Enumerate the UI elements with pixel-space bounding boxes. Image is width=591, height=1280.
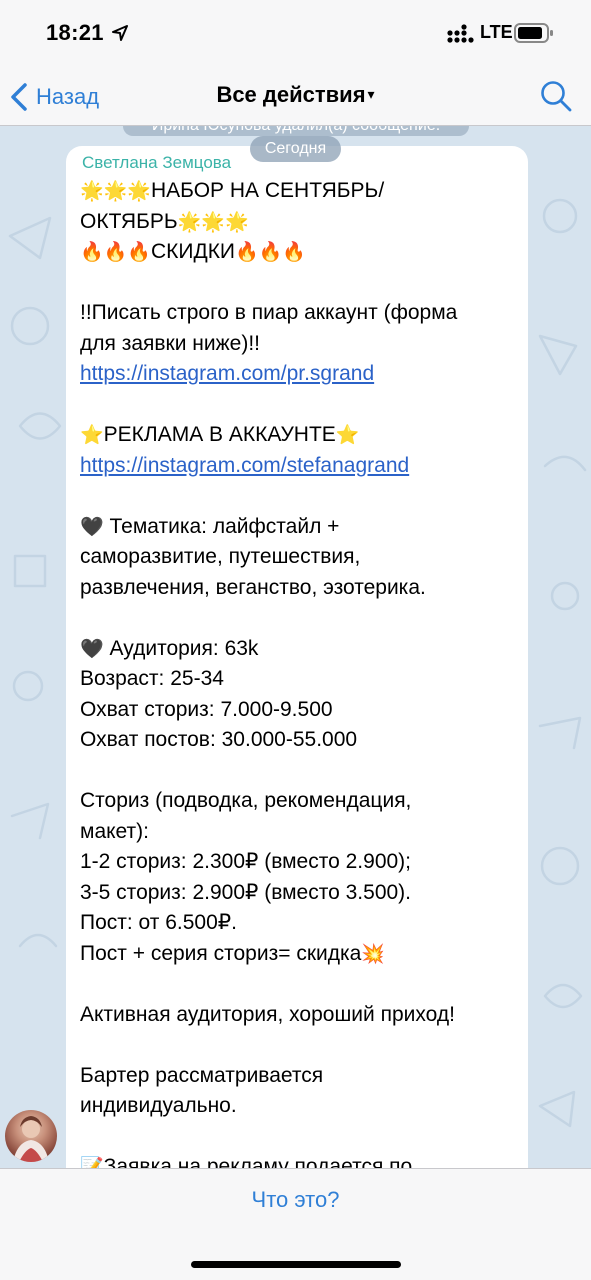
message-link[interactable]: https://instagram.com/pr.sgrand <box>80 362 374 385</box>
message-line: 🖤 Аудитория: 63k <box>80 634 512 665</box>
emoji: 🖤 <box>80 637 104 660</box>
emoji: 📝 <box>80 1156 104 1168</box>
message-line: Охват сториз: 7.000-9.500 <box>80 695 512 726</box>
message-line: ОКТЯБРЬ🌟🌟🌟 <box>80 207 512 238</box>
emoji: 🌟🌟🌟 <box>80 180 151 202</box>
message-text: Бартер рассматривается <box>80 1063 324 1087</box>
message-line: Пост + серия сториз= скидка💥 <box>80 939 512 970</box>
message-text: Заявка на рекламу подается по <box>103 1155 413 1168</box>
message-text: Возраст: 25-34 <box>80 667 224 690</box>
status-time: 18:21 <box>46 20 104 45</box>
message-line: 1-2 сториз: 2.300₽ (вместо 2.900); <box>80 847 512 878</box>
message-line: https://instagram.com/pr.sgrand <box>80 359 512 390</box>
battery-icon <box>514 23 553 43</box>
message-text: Активная аудитория, хороший приход! <box>80 1002 455 1026</box>
message-text: ОКТЯБРЬ <box>80 209 178 233</box>
message-text: 1-2 сториз: 2.300₽ (вместо 2.900); <box>80 850 412 873</box>
message-line: 📝Заявка на рекламу подается по <box>80 1152 512 1168</box>
message-line <box>80 756 512 787</box>
message-line <box>80 268 512 299</box>
message-line: Сториз (подводка, рекомендация, <box>80 786 512 817</box>
message-line: https://instagram.com/stefanagrand <box>80 451 512 482</box>
emoji: 🖤 <box>80 515 104 538</box>
emoji: 🔥🔥🔥 <box>80 241 151 263</box>
message-text: саморазвитие, путешествия, <box>80 545 361 568</box>
chevron-down-icon: ▾ <box>367 86 375 102</box>
what-is-this-button[interactable]: Что это? <box>0 1187 591 1213</box>
message-line: индивидуально. <box>80 1091 512 1122</box>
search-icon[interactable] <box>540 80 572 112</box>
chat-area[interactable]: Ирина Юсупова удалил(а) сообщение. Светл… <box>0 126 591 1168</box>
message-line: Возраст: 25-34 <box>80 664 512 695</box>
message-line: развлечения, веганство, эзотерика. <box>80 573 512 604</box>
message-text: 3-5 сториз: 2.900₽ (вместо 3.500). <box>80 880 412 904</box>
message-line: саморазвитие, путешествия, <box>80 542 512 573</box>
bottom-bar: Что это? <box>0 1168 591 1280</box>
message-text: индивидуально. <box>80 1094 237 1117</box>
message-line <box>80 1030 512 1061</box>
page-title-text: Все действия <box>216 82 366 107</box>
message-line: Пост: от 6.500₽. <box>80 908 512 939</box>
message-line: макет): <box>80 817 512 848</box>
message-text: РЕКЛАМА В АККАУНТЕ <box>103 423 336 446</box>
message-line: 🔥🔥🔥СКИДКИ🔥🔥🔥 <box>80 237 512 268</box>
message-line: ⭐РЕКЛАМА В АККАУНТЕ⭐ <box>80 420 512 451</box>
message-link[interactable]: https://instagram.com/stefanagrand <box>80 454 409 477</box>
message-line: 🖤 Тематика: лайфстайл + <box>80 512 512 543</box>
message-text: СКИДКИ <box>150 240 236 263</box>
message-line <box>80 481 512 512</box>
message-line: !!Писать строго в пиар аккаунт (форма <box>80 298 512 329</box>
location-arrow-icon <box>112 25 128 41</box>
message-text: !!Писать строго в пиар аккаунт (форма <box>80 301 458 324</box>
message-line <box>80 603 512 634</box>
emoji: ⭐ <box>80 424 104 446</box>
home-indicator <box>191 1261 401 1268</box>
emoji: 🔥🔥🔥 <box>235 241 307 263</box>
message-text: НАБОР НА СЕНТЯБРЬ/ <box>150 179 385 202</box>
message-text: Аудитория: 63k <box>103 636 259 660</box>
message-text: для заявки ниже)!! <box>80 331 261 355</box>
avatar[interactable] <box>5 1110 57 1162</box>
message-line: 3-5 сториз: 2.900₽ (вместо 3.500). <box>80 878 512 909</box>
message-line: Охват постов: 30.000-55.000 <box>80 725 512 756</box>
message-text: развлечения, веганство, эзотерика. <box>80 575 426 599</box>
nav-bar: Назад Все действия ▾ <box>0 68 591 126</box>
signal-icon <box>447 24 474 43</box>
message-line <box>80 390 512 421</box>
message-text: Охват постов: 30.000-55.000 <box>80 728 358 751</box>
network-label: LTE <box>480 22 513 42</box>
message-text: макет): <box>80 819 149 843</box>
message-text: Сториз (подводка, рекомендация, <box>80 789 412 812</box>
message-line: Бартер рассматривается <box>80 1061 512 1092</box>
message-text: Охват сториз: 7.000-9.500 <box>80 697 333 721</box>
emoji: 🌟🌟🌟 <box>177 210 249 233</box>
message-bubble[interactable]: Светлана Земцова 🌟🌟🌟НАБОР НА СЕНТЯБРЬ/ОК… <box>66 146 528 1168</box>
message-line: 🌟🌟🌟НАБОР НА СЕНТЯБРЬ/ <box>80 176 512 207</box>
message-line: Активная аудитория, хороший приход! <box>80 1000 512 1031</box>
emoji: 💥 <box>361 942 385 965</box>
message-line <box>80 1122 512 1153</box>
emoji: ⭐ <box>335 424 360 446</box>
message-text: Пост: от 6.500₽. <box>80 911 237 934</box>
date-chip: Сегодня <box>250 136 341 162</box>
status-bar: 18:21 LTE <box>0 0 591 68</box>
message-line <box>80 969 512 1000</box>
page-title[interactable]: Все действия ▾ <box>0 82 591 108</box>
message-text: Пост + серия сториз= скидка <box>80 941 362 965</box>
avatar-image <box>13 1116 49 1162</box>
message-text: Тематика: лайфстайл + <box>103 514 340 538</box>
message-line: для заявки ниже)!! <box>80 329 512 360</box>
message-body: 🌟🌟🌟НАБОР НА СЕНТЯБРЬ/ОКТЯБРЬ🌟🌟🌟 🔥🔥🔥СКИДКИ… <box>80 176 512 1168</box>
service-message: Ирина Юсупова удалил(а) сообщение. <box>123 126 469 136</box>
